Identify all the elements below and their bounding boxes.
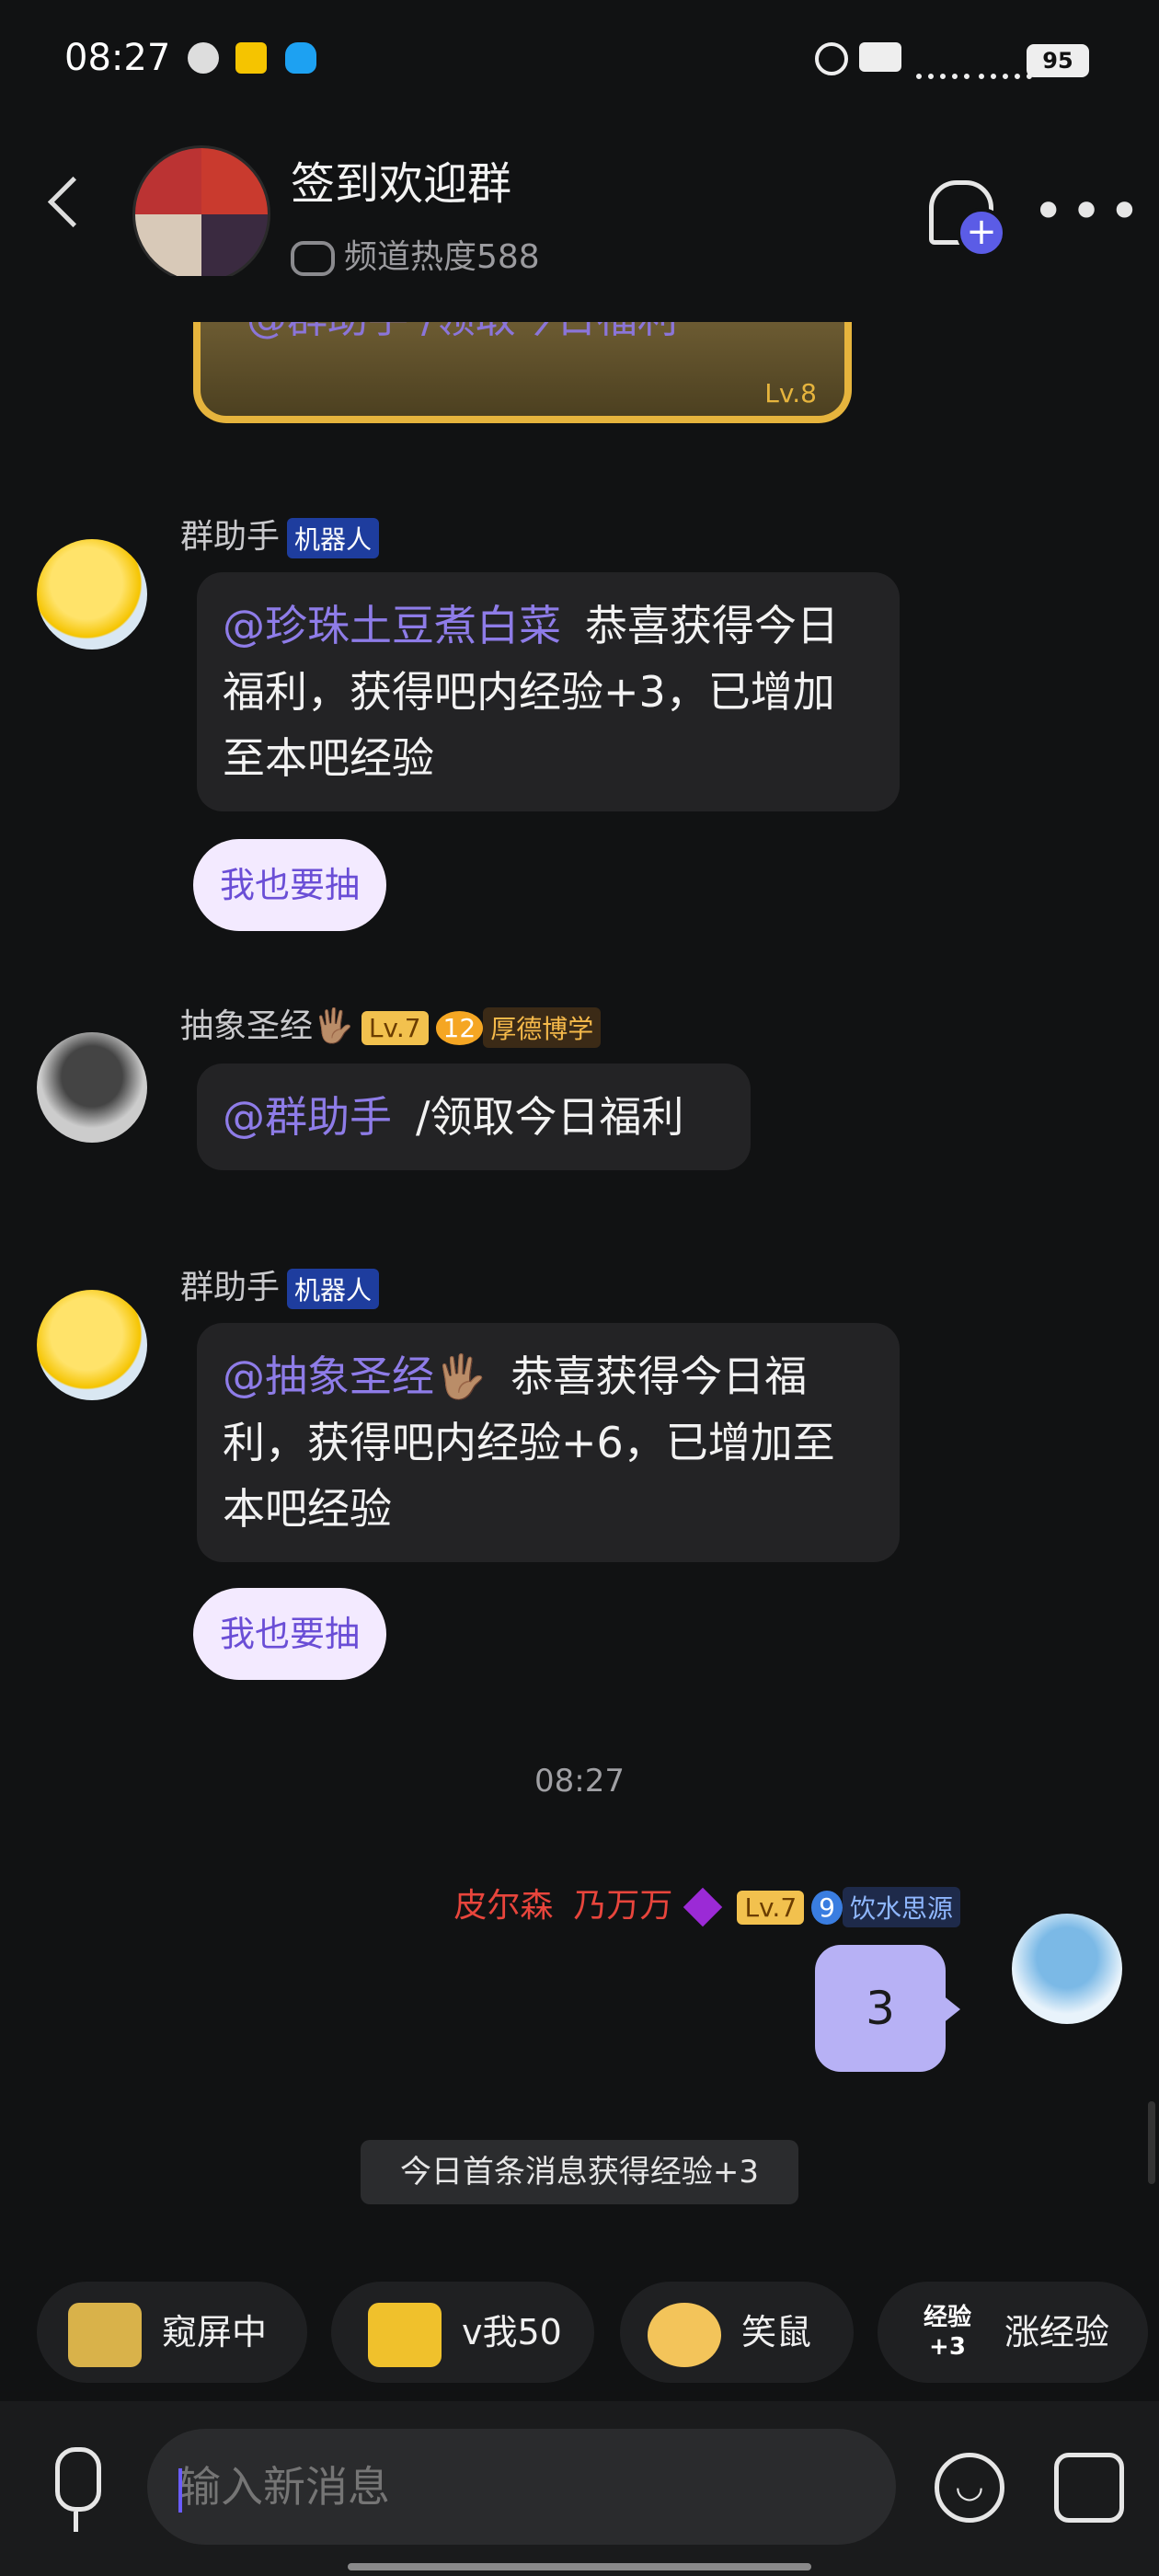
emoji-icon[interactable]: ◡ — [935, 2453, 1004, 2523]
vpn-icon — [188, 42, 219, 74]
message-sender: 群助手 机器人 — [180, 510, 380, 558]
text-caret — [178, 2468, 182, 2513]
bot-badge: 机器人 — [287, 1269, 380, 1309]
home-indicator[interactable] — [348, 2563, 811, 2570]
title-badge: 饮水思源 — [842, 1887, 960, 1927]
chip-label: v我50 — [462, 2312, 562, 2352]
5g-signal-icon — [916, 42, 970, 79]
user-avatar[interactable] — [37, 1032, 147, 1143]
message-bubble[interactable]: @群助手/领取今日福利 — [197, 1064, 751, 1170]
bubble-tail — [942, 1995, 960, 2024]
level-card: @群助手 /领取今日福利 Lv.8 — [193, 295, 852, 423]
draw-too-button[interactable]: 我也要抽 — [193, 1588, 386, 1680]
back-icon[interactable] — [47, 176, 99, 228]
message-sender: 群助手 机器人 — [180, 1260, 380, 1309]
mention-link[interactable]: @抽象圣经🖐🏽 — [223, 1351, 487, 1401]
rank-badge: 9 — [811, 1890, 843, 1925]
chat-bubble-icon — [291, 241, 335, 276]
message-input[interactable] — [147, 2429, 896, 2545]
scrollbar[interactable] — [1148, 2101, 1155, 2184]
level-card-level: Lv.8 — [764, 378, 817, 408]
bot-avatar[interactable] — [37, 539, 147, 650]
my-avatar[interactable] — [1012, 1914, 1122, 2024]
draw-too-button[interactable]: 我也要抽 — [193, 839, 386, 931]
chip-label: 涨经验 — [1004, 2312, 1110, 2352]
status-time: 08:27 — [64, 37, 171, 79]
sticker-chip-laughing-mouse[interactable]: 笑鼠 — [620, 2282, 854, 2383]
message-bubble[interactable]: @珍珠土豆煮白菜 恭喜获得今日福利，获得吧内经验+3，已增加至本吧经验 — [197, 572, 900, 811]
hd-icon — [859, 42, 901, 72]
heat-text: 频道热度588 — [344, 238, 540, 276]
microphone-icon[interactable] — [55, 2447, 101, 2512]
qq-icon — [285, 42, 316, 74]
microphone-stem — [74, 2512, 78, 2532]
alarm-icon — [815, 42, 848, 75]
rank-badge: 12 — [435, 1010, 484, 1045]
mention-link[interactable]: @群助手 — [223, 1092, 392, 1142]
news-app-icon — [235, 42, 267, 74]
chip-label: 笑鼠 — [741, 2312, 812, 2352]
my-name-2: 乃万万 — [573, 1887, 673, 1925]
5g-signal-icon — [979, 42, 1032, 79]
channel-heat: 频道热度588 — [291, 230, 540, 278]
chip-label: 窥屏中 — [162, 2312, 268, 2352]
system-note: 今日首条消息获得经验+3 — [361, 2140, 798, 2204]
level-badge: Lv.7 — [361, 1010, 429, 1045]
message-sender: 抽象圣经🖐🏽 Lv.7 12 厚德博学 — [180, 999, 602, 1048]
mention-link[interactable]: @珍珠土豆煮白菜 — [223, 601, 561, 650]
sticker-chip-v50[interactable]: v我50 — [331, 2282, 594, 2383]
exp-plus-sticker-icon: 经验+3 — [923, 2303, 971, 2361]
message-bubble[interactable]: @抽象圣经🖐🏽 恭喜获得今日福利，获得吧内经验+6，已增加至本吧经验 — [197, 1323, 900, 1562]
title-badge: 厚德博学 — [483, 1007, 602, 1048]
message-timestamp: 08:27 — [534, 1763, 625, 1800]
header-mask — [0, 276, 1159, 322]
sticker-chip-exp[interactable]: 经验+3 涨经验 — [878, 2282, 1148, 2383]
sender-name: 群助手 — [180, 1269, 281, 1306]
battery-indicator: 95 — [1027, 44, 1089, 77]
my-message-bubble[interactable]: 3 — [815, 1945, 946, 2072]
v50-sticker-icon — [368, 2302, 442, 2367]
diamond-icon — [683, 1887, 723, 1927]
my-name-1: 皮尔森 — [453, 1887, 554, 1925]
sender-name: 群助手 — [180, 518, 281, 556]
sticker-chip-peek[interactable]: 窥屏中 — [37, 2282, 307, 2383]
plus-icon[interactable]: + — [957, 208, 1006, 258]
message-text: /领取今日福利 — [416, 1092, 684, 1142]
bot-badge: 机器人 — [287, 518, 380, 558]
level-badge: Lv.7 — [737, 1890, 805, 1925]
group-avatar[interactable] — [132, 145, 270, 283]
my-sender: 皮尔森 乃万万 Lv.7 9 饮水思源 — [453, 1879, 960, 1927]
laughing-mouse-sticker-icon — [648, 2302, 721, 2367]
group-title[interactable]: 签到欢迎群 — [291, 147, 511, 212]
more-options-icon[interactable]: ••• — [1032, 184, 1146, 239]
bot-avatar[interactable] — [37, 1290, 147, 1400]
peek-sticker-icon — [68, 2302, 142, 2367]
sender-name: 抽象圣经🖐🏽 — [180, 1007, 354, 1045]
sticker-icon[interactable] — [1054, 2453, 1124, 2523]
